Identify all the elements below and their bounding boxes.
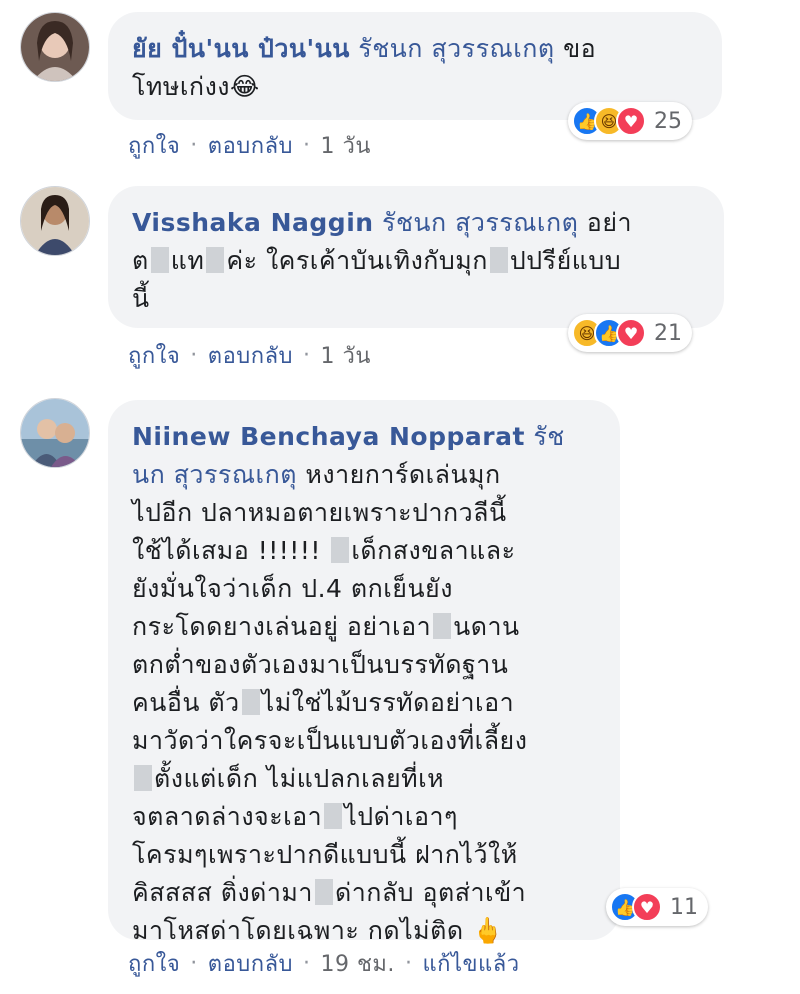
comment-author[interactable]: Niinew Benchaya Nopparat	[132, 422, 525, 451]
separator-dot: ·	[404, 951, 413, 976]
timestamp[interactable]: 19 ชม.	[321, 946, 395, 981]
comment-body: แท	[170, 246, 205, 275]
mention-tag[interactable]: รัชนก สุวรรณเกตุ	[382, 208, 578, 237]
like-link[interactable]: ถูกใจ	[128, 128, 180, 163]
comment-author[interactable]: ยัย ปั๋น'นน ป๋วน'นน	[132, 34, 350, 63]
reply-link[interactable]: ตอบกลับ	[208, 338, 293, 373]
reply-link[interactable]: ตอบกลับ	[208, 128, 293, 163]
avatar[interactable]	[20, 12, 90, 82]
censor-block	[324, 803, 343, 829]
like-link[interactable]: ถูกใจ	[128, 946, 180, 981]
comment-bubble: Niinew Benchaya Nopparat รัชนก สุวรรณเกต…	[108, 400, 620, 945]
censor-block	[314, 879, 333, 905]
censor-block	[206, 247, 225, 273]
censor-block	[331, 537, 350, 563]
censor-block	[150, 247, 169, 273]
love-icon: ♥	[616, 318, 646, 348]
comment-actions: ถูกใจ · ตอบกลับ · 1 วัน	[128, 128, 371, 163]
comment-text: Visshaka Naggin รัชนก สุวรรณเกตุ อย่า ตแ…	[132, 204, 698, 318]
like-link[interactable]: ถูกใจ	[128, 338, 180, 373]
reaction-count: 21	[654, 320, 682, 346]
separator-dot: ·	[190, 951, 198, 976]
separator-dot: ·	[190, 133, 198, 158]
reaction-summary[interactable]: 😆 👍 ♥ 21	[568, 314, 692, 352]
comment-body: ค่ะ ใครเค้าบันเทิงกับมุก	[226, 246, 488, 275]
comment-author[interactable]: Visshaka Naggin	[132, 208, 374, 237]
censor-block	[433, 613, 452, 639]
love-icon: ♥	[632, 892, 662, 922]
reaction-summary[interactable]: 👍 😆 ♥ 25	[568, 102, 692, 140]
edited-label[interactable]: แก้ไขแล้ว	[422, 946, 519, 981]
comment-bubble: Visshaka Naggin รัชนก สุวรรณเกตุ อย่า ตแ…	[108, 186, 724, 328]
avatar[interactable]	[20, 398, 90, 468]
reaction-count: 11	[670, 894, 698, 920]
censor-block	[489, 247, 508, 273]
comment-actions: ถูกใจ · ตอบกลับ · 1 วัน	[128, 338, 371, 373]
comment-text: Niinew Benchaya Nopparat รัชนก สุวรรณเกต…	[132, 418, 594, 950]
separator-dot: ·	[303, 133, 311, 158]
separator-dot: ·	[303, 951, 311, 976]
mention-tag[interactable]: รัชนก สุวรรณเกตุ	[358, 34, 554, 63]
reply-link[interactable]: ตอบกลับ	[208, 946, 293, 981]
reaction-count: 25	[654, 108, 682, 134]
separator-dot: ·	[190, 343, 198, 368]
timestamp[interactable]: 1 วัน	[321, 338, 371, 373]
censor-block	[241, 689, 260, 715]
comment-text: ยัย ปั๋น'นน ป๋วน'นน รัชนก สุวรรณเกตุ ขอ …	[132, 30, 696, 106]
avatar[interactable]	[20, 186, 90, 256]
comment-actions: ถูกใจ · ตอบกลับ · 19 ชม. · แก้ไขแล้ว	[128, 946, 520, 981]
separator-dot: ·	[303, 343, 311, 368]
love-icon: ♥	[616, 106, 646, 136]
timestamp[interactable]: 1 วัน	[321, 128, 371, 163]
censor-block	[134, 765, 152, 791]
reaction-summary[interactable]: 👍 ♥ 11	[606, 888, 708, 926]
